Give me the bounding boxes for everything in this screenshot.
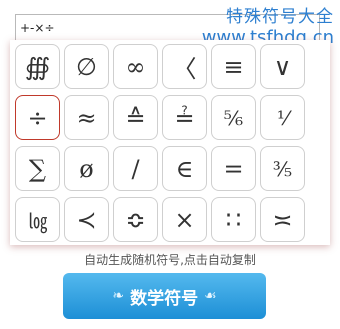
symbol-cell[interactable]: ∑: [15, 146, 60, 191]
symbol-cell[interactable]: ∨: [260, 44, 305, 89]
symbol-cell[interactable]: ∈: [162, 146, 207, 191]
symbol-cell[interactable]: ⅚: [211, 95, 256, 140]
symbol-cell[interactable]: ∅: [64, 44, 109, 89]
right-ornament-icon: ☙: [204, 288, 217, 304]
symbol-cell[interactable]: ∷: [211, 197, 256, 242]
symbol-cell[interactable]: ÷: [15, 95, 60, 140]
symbol-cell[interactable]: ∞: [113, 44, 158, 89]
symbol-cell[interactable]: ≙: [113, 95, 158, 140]
symbol-cell[interactable]: ≺: [64, 197, 109, 242]
math-symbols-button[interactable]: ❧ 数学符号 ☙: [63, 273, 266, 319]
instruction-caption: 自动生成随机符号,点击自动复制: [84, 253, 256, 267]
symbol-cell[interactable]: ㏒: [15, 197, 60, 242]
symbol-cell[interactable]: ×: [162, 197, 207, 242]
symbol-cell[interactable]: ∕: [113, 146, 158, 191]
site-name-watermark: 特殊符号大全: [226, 7, 334, 27]
symbol-cell[interactable]: ∰: [15, 44, 60, 89]
symbol-cell[interactable]: ≎: [113, 197, 158, 242]
symbol-cell[interactable]: ≈: [64, 95, 109, 140]
symbol-cell[interactable]: =: [211, 146, 256, 191]
left-ornament-icon: ❧: [112, 288, 125, 304]
symbol-cell[interactable]: ⅟: [260, 95, 305, 140]
symbol-cell[interactable]: ≟: [162, 95, 207, 140]
symbol-cell[interactable]: ≍: [260, 197, 305, 242]
symbol-grid: ∰ ∅ ∞ 〈 ≡ ∨ ÷ ≈ ≙ ≟ ⅚ ⅟ ∑ ø ∕ ∈ = ⅗ ㏒ ≺ ≎ × ∷ ≍: [15, 44, 305, 242]
symbol-cell[interactable]: ≡: [211, 44, 256, 89]
math-symbols-button-label: 数学符号: [130, 288, 199, 309]
symbol-cell[interactable]: ⅗: [260, 146, 305, 191]
symbol-panel: ∰ ∅ ∞ 〈 ≡ ∨ ÷ ≈ ≙ ≟ ⅚ ⅟ ∑ ø ∕ ∈ = ⅗ ㏒ ≺ ≎ × ∷ ≍: [10, 40, 330, 245]
symbol-cell[interactable]: 〈: [162, 44, 207, 89]
symbol-cell[interactable]: ø: [64, 146, 109, 191]
